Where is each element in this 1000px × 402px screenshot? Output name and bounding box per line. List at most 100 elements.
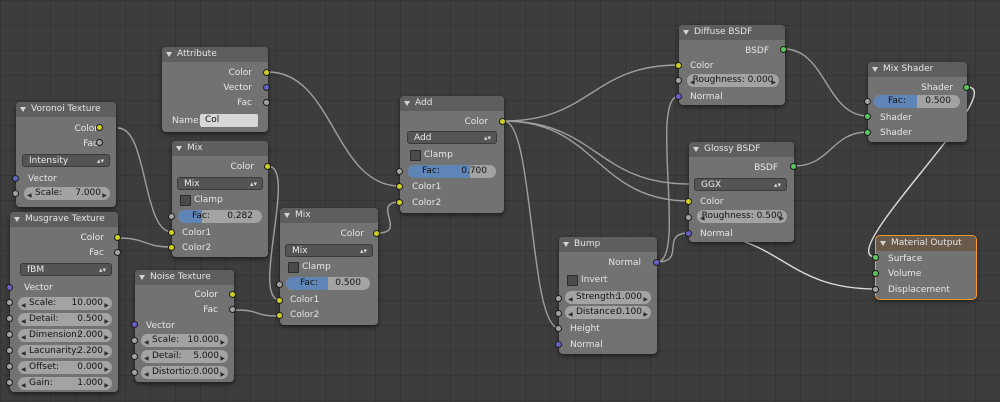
- socket-out-color[interactable]: [264, 163, 271, 170]
- node-musgrave-texture[interactable]: Musgrave Texture Color Fac fBM ▴▾ Vector …: [6, 212, 121, 392]
- collapse-triangle-icon[interactable]: [139, 275, 145, 280]
- socket-out-color[interactable]: [114, 234, 121, 241]
- node-header[interactable]: Attribute: [162, 47, 268, 62]
- socket-in-color1[interactable]: [276, 297, 283, 304]
- socket-out-shader[interactable]: [963, 84, 970, 91]
- node-mix-2[interactable]: Mix Color Mix ▴▾ Clamp Fac: 0.500 Color1 C…: [276, 208, 380, 325]
- socket-out-color[interactable]: [229, 291, 236, 298]
- lacunarity-field[interactable]: ◀ Lacunarity: 2.200 ▶: [18, 345, 112, 358]
- node-header[interactable]: Noise Texture: [135, 270, 234, 285]
- socket-in-color1[interactable]: [396, 183, 403, 190]
- socket-in-scale[interactable]: [12, 190, 19, 197]
- socket-out-normal[interactable]: [653, 259, 660, 266]
- socket-in-fac[interactable]: [276, 281, 283, 288]
- collapse-triangle-icon[interactable]: [14, 217, 20, 222]
- socket-in-roughness[interactable]: [685, 214, 692, 221]
- node-header[interactable]: Material Output: [876, 236, 976, 251]
- socket-in-normal[interactable]: [675, 93, 682, 100]
- socket-in-normal[interactable]: [555, 341, 562, 348]
- blend-type-dropdown[interactable]: Add ▴▾: [407, 131, 497, 144]
- collapse-triangle-icon[interactable]: [683, 30, 689, 35]
- socket-in-dimension[interactable]: [6, 331, 13, 338]
- dimension-field[interactable]: ◀ Dimension: 2.000 ▶: [18, 329, 112, 342]
- node-header[interactable]: Mix: [172, 141, 268, 156]
- scale-field[interactable]: ◀ Scale: 10.000 ▶: [18, 297, 112, 310]
- socket-out-fac[interactable]: [114, 249, 121, 256]
- socket-out-color[interactable]: [96, 124, 103, 131]
- node-header[interactable]: Mix: [280, 208, 378, 223]
- strength-field[interactable]: ◀ Strength: 1.000 ▶: [565, 291, 651, 304]
- socket-in-normal[interactable]: [685, 230, 692, 237]
- node-header[interactable]: Add: [400, 96, 504, 111]
- socket-in-detail[interactable]: [6, 315, 13, 322]
- node-bump[interactable]: Bump Normal Invert ◀ Strength: 1.000 ▶ ◀ Dis…: [555, 237, 660, 354]
- node-header[interactable]: Musgrave Texture: [10, 212, 118, 227]
- socket-in-fac[interactable]: [168, 213, 175, 220]
- socket-in-detail[interactable]: [131, 353, 138, 360]
- collapse-triangle-icon[interactable]: [880, 241, 886, 246]
- blend-type-dropdown[interactable]: Mix ▴▾: [177, 177, 263, 190]
- node-header[interactable]: Voronoi Texture: [16, 102, 116, 117]
- node-glossy-bsdf[interactable]: Glossy BSDF BSDF GGX ▴▾ Color ◀ Roughness:…: [685, 142, 797, 242]
- socket-out-vector[interactable]: [263, 84, 270, 91]
- socket-in-lacunarity[interactable]: [6, 347, 13, 354]
- node-attribute[interactable]: Attribute Color Vector Fac Name: Col: [162, 47, 270, 132]
- detail-field[interactable]: ◀ Detail: 0.500 ▶: [18, 313, 112, 326]
- collapse-triangle-icon[interactable]: [166, 52, 172, 57]
- attribute-name-input[interactable]: Col: [200, 114, 258, 127]
- socket-in-color[interactable]: [675, 62, 682, 69]
- socket-in-color[interactable]: [685, 198, 692, 205]
- node-header[interactable]: Mix Shader: [868, 62, 967, 77]
- roughness-field[interactable]: ◀ Roughness: 0.500 ▶: [697, 210, 787, 223]
- clamp-checkbox[interactable]: [410, 150, 421, 161]
- socket-in-color2[interactable]: [168, 244, 175, 251]
- socket-in-displacement[interactable]: [872, 286, 879, 293]
- socket-out-color[interactable]: [499, 118, 506, 125]
- roughness-field[interactable]: ◀ Roughness: 0.000 ▶: [687, 74, 779, 87]
- socket-in-color1[interactable]: [168, 229, 175, 236]
- socket-in-fac[interactable]: [864, 98, 871, 105]
- socket-in-volume[interactable]: [872, 270, 879, 277]
- socket-in-scale[interactable]: [131, 337, 138, 344]
- collapse-triangle-icon[interactable]: [176, 146, 182, 151]
- collapse-triangle-icon[interactable]: [693, 147, 699, 152]
- clamp-checkbox[interactable]: [180, 195, 191, 206]
- gain-field[interactable]: ◀ Gain: 1.000 ▶: [18, 377, 112, 390]
- socket-in-shader-2[interactable]: [864, 129, 871, 136]
- socket-in-color2[interactable]: [276, 312, 283, 319]
- socket-in-offset[interactable]: [6, 363, 13, 370]
- socket-in-vector[interactable]: [131, 321, 138, 328]
- scale-field[interactable]: ◀ Scale: 10.000 ▶: [141, 334, 228, 347]
- musgrave-type-dropdown[interactable]: fBM ▴▾: [20, 263, 112, 276]
- detail-field[interactable]: ◀ Detail: 5.000 ▶: [141, 350, 228, 363]
- socket-in-roughness[interactable]: [675, 77, 682, 84]
- invert-checkbox[interactable]: [567, 275, 578, 286]
- fac-slider[interactable]: Fac: 0.500: [874, 95, 960, 108]
- socket-in-distortion[interactable]: [131, 369, 138, 376]
- socket-out-bsdf[interactable]: [780, 46, 787, 53]
- blend-type-dropdown[interactable]: Mix ▴▾: [285, 244, 373, 257]
- socket-in-vector[interactable]: [6, 284, 13, 291]
- socket-in-distance[interactable]: [555, 310, 562, 317]
- socket-in-scale[interactable]: [6, 299, 13, 306]
- collapse-triangle-icon[interactable]: [284, 213, 290, 218]
- node-material-output[interactable]: Material Output Surface Volume Displacem…: [872, 235, 977, 300]
- offset-field[interactable]: ◀ Offset: 0.000 ▶: [18, 361, 112, 374]
- fac-slider[interactable]: Fac: 0.282: [178, 210, 262, 223]
- distribution-dropdown[interactable]: GGX ▴▾: [694, 178, 787, 191]
- socket-in-shader-1[interactable]: [864, 113, 871, 120]
- collapse-triangle-icon[interactable]: [563, 242, 569, 247]
- socket-in-surface[interactable]: [872, 254, 879, 261]
- clamp-checkbox[interactable]: [288, 262, 299, 273]
- fac-slider[interactable]: Fac: 0.500: [286, 277, 370, 290]
- socket-in-strength[interactable]: [555, 295, 562, 302]
- distortion-field[interactable]: ◀ Distortio: 0.000 ▶: [141, 366, 228, 379]
- socket-in-gain[interactable]: [6, 379, 13, 386]
- node-header[interactable]: Bump: [559, 237, 657, 252]
- socket-in-color2[interactable]: [396, 199, 403, 206]
- node-header[interactable]: Glossy BSDF: [689, 142, 794, 157]
- node-add[interactable]: Add Color Add ▴▾ Clamp Fac: 0.700 Color1 C…: [396, 96, 506, 213]
- node-header[interactable]: Diffuse BSDF: [679, 25, 785, 40]
- collapse-triangle-icon[interactable]: [404, 101, 410, 106]
- socket-out-color[interactable]: [263, 69, 270, 76]
